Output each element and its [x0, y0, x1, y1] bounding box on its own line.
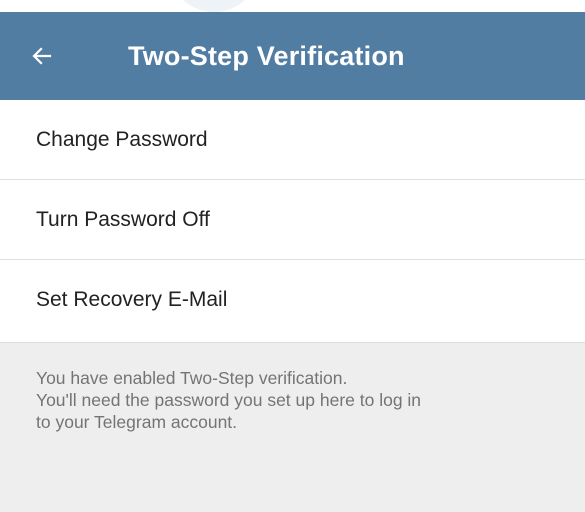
- arrow-left-icon: [30, 44, 54, 68]
- info-section: You have enabled Two-Step verification. …: [0, 342, 585, 512]
- info-line-3: to your Telegram account.: [36, 412, 238, 432]
- change-password-item[interactable]: Change Password: [0, 100, 585, 180]
- info-text: You have enabled Two-Step verification. …: [36, 367, 566, 433]
- decorative-shape: [168, 0, 260, 12]
- page-title: Two-Step Verification: [128, 40, 405, 71]
- turn-password-off-item[interactable]: Turn Password Off: [0, 180, 585, 260]
- two-step-verification-screen: Two-Step Verification Change Password Tu…: [0, 0, 585, 512]
- app-bar: Two-Step Verification: [0, 12, 585, 100]
- set-recovery-email-item[interactable]: Set Recovery E-Mail: [0, 260, 585, 340]
- settings-list: Change Password Turn Password Off Set Re…: [0, 100, 585, 340]
- info-line-2: You'll need the password you set up here…: [36, 390, 422, 410]
- info-line-1: You have enabled Two-Step verification.: [36, 368, 348, 388]
- back-button[interactable]: [0, 12, 84, 100]
- top-strip: [0, 0, 585, 12]
